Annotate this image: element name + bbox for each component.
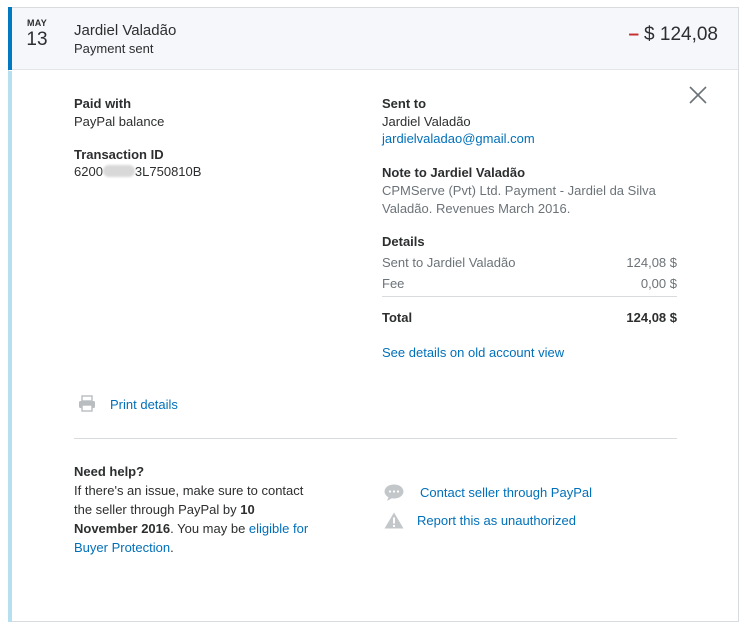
need-help-title: Need help? [74,464,145,479]
total-label: Total [382,310,413,325]
details-row-label: Sent to Jardiel Valadão [382,255,516,270]
help-line-1: If there's an issue, make sure to contac… [74,483,304,498]
total-value: 124,08 $ [626,310,677,325]
report-unauthorized-link[interactable]: Report this as unauthorized [417,513,576,528]
transaction-id-label: Transaction ID [74,147,164,162]
contact-seller-link[interactable]: Contact seller through PayPal [420,485,592,500]
transaction-header[interactable]: MAY 13 Jardiel Valadão Payment sent – $ 1… [8,7,738,70]
print-details-link[interactable]: Print details [110,397,178,412]
date-day: 13 [26,29,48,50]
payee-block: Jardiel Valadão Payment sent [74,21,176,57]
transaction-id-prefix: 6200 [74,164,103,179]
warning-icon [384,512,404,529]
transaction-id-redacted [102,165,135,177]
transaction-amount: – $ 124,08 [628,24,718,46]
transaction-id-value: 6200 3L750810B [74,163,201,181]
details-row-label: Fee [382,276,405,291]
close-icon [689,86,707,104]
sent-to-name: Jardiel Valadão [382,114,471,129]
help-line-2-pre: the seller through PayPal by [74,502,241,517]
close-button[interactable] [688,85,708,105]
help-date-bold-2: November 2016 [74,521,171,536]
help-line-3-post: . You may be [170,521,249,536]
details-divider [382,296,677,297]
details-row-value: 0,00 $ [640,276,677,291]
details-row-fee: Fee 0,00 $ [382,276,677,296]
buyer-protection-link[interactable]: Buyer Protection [74,540,170,555]
help-date-bold-1: 10 [240,502,255,517]
details-row-value: 124,08 $ [626,255,677,270]
printer-icon [78,395,96,412]
amount-value: $ 124,08 [644,24,718,45]
section-divider [74,438,677,439]
eligible-link[interactable]: eligible for [249,521,308,536]
chat-bubble-icon [384,484,404,501]
details-row-sent: Sent to Jardiel Valadão 124,08 $ [382,255,677,275]
note-line-1: CPMServe (Pvt) Ltd. Payment - Jardiel da… [382,183,656,198]
old-account-view-link[interactable]: See details on old account view [382,345,564,360]
payment-status: Payment sent [74,41,154,56]
header-accent-bar [8,7,12,70]
paid-with-label: Paid with [74,96,132,111]
details-label: Details [382,234,425,249]
sent-to-label: Sent to [382,96,427,111]
negative-sign: – [628,24,640,45]
details-row-total: Total 124,08 $ [382,310,677,330]
recipient-email-link[interactable]: jardielvaladao@gmail.com [382,131,535,146]
note-label: Note to Jardiel Valadão [382,165,526,180]
date-month: MAY [26,18,48,28]
paid-with-value: PayPal balance [74,114,165,129]
need-help-text: If there's an issue, make sure to contac… [74,481,334,557]
payee-name: Jardiel Valadão [74,22,177,39]
details-accent-bar [8,71,12,622]
note-line-2: Valadão. Revenues March 2016. [382,201,571,216]
transaction-date: MAY 13 [21,18,53,51]
help-line-4-post: . [170,540,174,555]
transaction-id-suffix: 3L750810B [134,164,202,179]
